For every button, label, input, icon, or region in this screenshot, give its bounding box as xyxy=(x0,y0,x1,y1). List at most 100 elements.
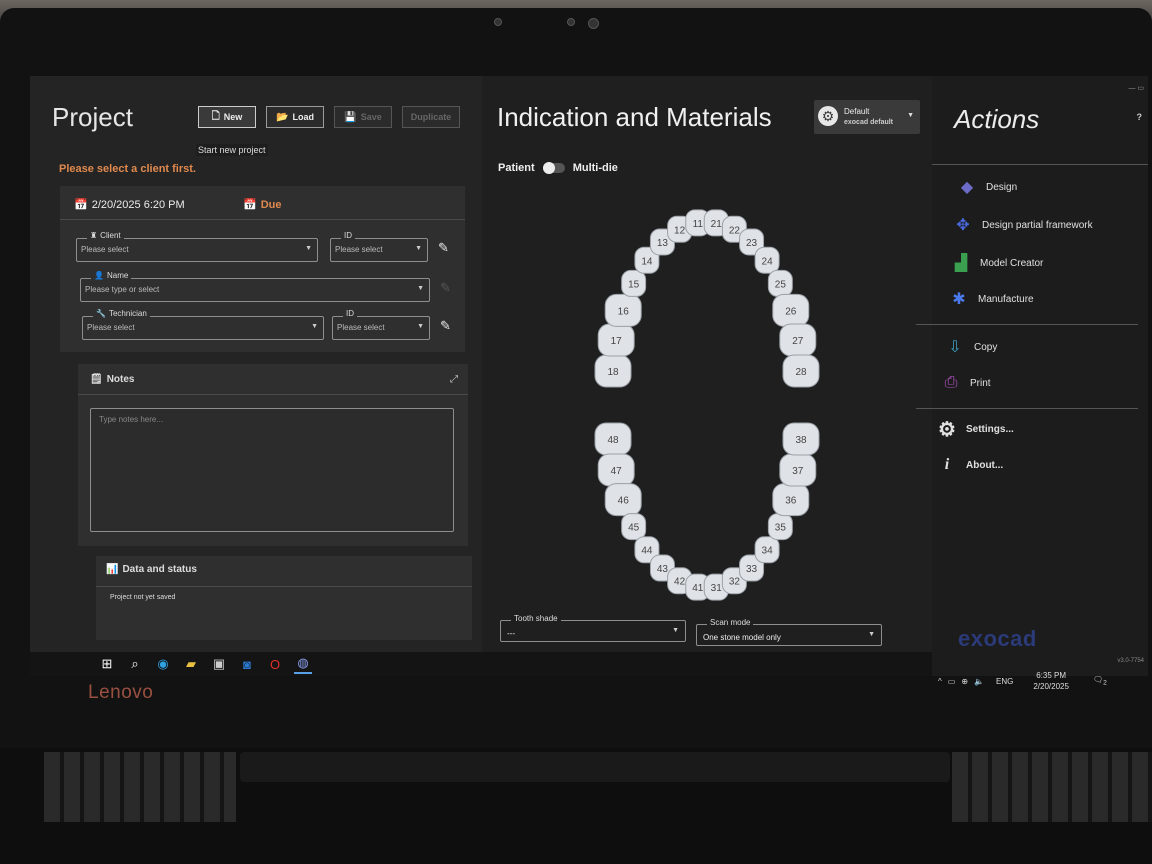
scan-mode-select[interactable]: Scan mode One stone model only ▼ xyxy=(696,618,882,646)
client-id-placeholder: Please select xyxy=(335,245,383,254)
tooth-number: 22 xyxy=(729,225,741,236)
scan-mode-label: Scan mode xyxy=(707,618,754,627)
save-button[interactable]: 💾 Save xyxy=(334,106,392,128)
tooth-27[interactable]: 27 xyxy=(779,323,817,357)
select-client-warning: Please select a client first. xyxy=(59,163,196,175)
laptop-vent-right xyxy=(952,752,1152,822)
edit-name-icon[interactable]: ✎ xyxy=(440,280,451,296)
technician-label: 🔧 Technician xyxy=(93,309,150,318)
tooth-16[interactable]: 16 xyxy=(604,293,642,327)
technician-id-select[interactable]: ID Please select ▼ xyxy=(332,309,430,340)
tooth-number: 17 xyxy=(611,336,623,347)
clock-date: 2/20/2025 xyxy=(1033,682,1069,691)
data-status-card: 📊 Data and status Project not yet saved xyxy=(96,556,472,640)
tooth-26[interactable]: 26 xyxy=(772,293,810,327)
client-id-select[interactable]: ID Please select ▼ xyxy=(330,231,428,262)
tooth-number: 11 xyxy=(693,219,704,230)
outlook-icon[interactable]: ◙ xyxy=(238,655,256,673)
notes-icon: 🗒 xyxy=(90,374,103,385)
tooth-number: 27 xyxy=(792,336,804,347)
actions-title: Actions xyxy=(954,104,1040,134)
notification-count: 2 xyxy=(1103,679,1107,687)
tooth-number: 33 xyxy=(746,564,758,575)
tooth-chart: 18 17 16 15 14 13 12 11 21 22 23 24 25 26 27 28 48 47 46 45… xyxy=(594,209,820,601)
volume-icon[interactable]: 🔈 xyxy=(974,677,984,686)
tooth-25[interactable]: 25 xyxy=(767,269,793,297)
search-icon[interactable]: ⌕ xyxy=(126,655,144,673)
file-explorer-icon[interactable]: ▰ xyxy=(182,655,200,673)
notes-card: 🗒 Notes ⤢ Type notes here... xyxy=(78,364,468,546)
store-icon[interactable]: ▣ xyxy=(210,655,228,673)
exocad-taskbar-icon[interactable]: ◍ xyxy=(294,654,312,674)
battery-icon[interactable]: ▭ xyxy=(948,677,956,686)
windows-start-icon[interactable]: ⊞ xyxy=(98,655,116,673)
network-icon[interactable]: ⊕ xyxy=(961,677,968,686)
gear-icon: ⚙ xyxy=(938,418,956,441)
action-about[interactable]: i About... xyxy=(936,454,1003,476)
action-manufacture[interactable]: ✱ Manufacture xyxy=(948,288,1033,310)
notification-icon[interactable]: 🗨2 xyxy=(1093,675,1107,687)
load-button[interactable]: 📂 Load xyxy=(266,106,324,128)
tooth-number: 18 xyxy=(607,367,619,378)
tooth-number: 24 xyxy=(762,256,774,267)
name-select[interactable]: 👤 Name Please type or select ▼ xyxy=(80,271,430,302)
new-file-icon: 🗋 xyxy=(211,110,220,122)
tooth-48[interactable]: 48 xyxy=(594,422,632,456)
tooth-47[interactable]: 47 xyxy=(597,453,635,487)
tooth-number: 45 xyxy=(628,523,640,534)
chevron-down-icon: ▼ xyxy=(417,323,424,330)
action-partial-label: Design partial framework xyxy=(982,219,1093,231)
tooth-24[interactable]: 24 xyxy=(754,246,780,274)
tooth-34[interactable]: 34 xyxy=(754,536,780,564)
action-model-creator[interactable]: ▟ Model Creator xyxy=(950,252,1044,274)
tooth-15[interactable]: 15 xyxy=(621,269,647,297)
laptop-vent-left xyxy=(44,752,236,822)
tooth-36[interactable]: 36 xyxy=(772,483,810,517)
help-icon[interactable]: ? xyxy=(1137,112,1143,122)
window-controls[interactable]: — ▭ xyxy=(1128,84,1144,92)
tooth-17[interactable]: 17 xyxy=(597,323,635,357)
client-id-label: ID xyxy=(341,231,355,240)
tooth-38[interactable]: 38 xyxy=(782,422,820,456)
bar-chart-icon: 📊 xyxy=(106,564,119,575)
name-label: 👤 Name xyxy=(91,271,132,280)
tooth-35[interactable]: 35 xyxy=(767,513,793,541)
technician-placeholder: Please select xyxy=(87,323,135,332)
chevron-up-icon[interactable]: ^ xyxy=(938,677,942,686)
clock[interactable]: 6:35 PM 2/20/2025 xyxy=(1033,670,1069,692)
action-print[interactable]: ⎙ Print xyxy=(940,372,991,394)
new-button[interactable]: 🗋 New xyxy=(198,106,256,128)
tooth-shade-select[interactable]: Tooth shade --- ▼ xyxy=(500,614,686,642)
duplicate-button[interactable]: Duplicate xyxy=(402,106,460,128)
action-about-label: About... xyxy=(966,459,1004,471)
action-copy[interactable]: ⇩ Copy xyxy=(944,336,997,358)
expand-icon[interactable]: ⤢ xyxy=(450,374,458,385)
edit-client-icon[interactable]: ✎ xyxy=(438,240,449,256)
lenovo-logo: Lenovo xyxy=(88,682,154,703)
project-title: Project xyxy=(52,102,133,132)
edge-browser-icon[interactable]: ◉ xyxy=(154,655,172,673)
action-settings[interactable]: ⚙ Settings... xyxy=(936,418,1014,441)
due-date-field[interactable]: 📅 Due xyxy=(243,198,281,212)
client-select[interactable]: ♜ Client Please select ▼ xyxy=(76,231,318,262)
notes-textarea[interactable]: Type notes here... xyxy=(90,408,454,532)
load-label: Load xyxy=(292,112,314,122)
tooth-45[interactable]: 45 xyxy=(621,513,647,541)
data-status-title: Data and status xyxy=(122,564,197,575)
technician-select[interactable]: 🔧 Technician Please select ▼ xyxy=(82,309,324,340)
action-settings-label: Settings... xyxy=(966,423,1014,435)
action-design[interactable]: ◆ Design xyxy=(956,176,1017,198)
tooth-46[interactable]: 46 xyxy=(604,483,642,517)
info-icon: i xyxy=(944,456,950,473)
opera-icon[interactable]: O xyxy=(266,655,284,673)
divider xyxy=(916,408,1138,409)
action-design-partial-framework[interactable]: ✥ Design partial framework xyxy=(952,214,1093,236)
divider xyxy=(932,164,1148,165)
language-indicator[interactable]: ENG xyxy=(996,677,1013,686)
edit-technician-icon[interactable]: ✎ xyxy=(440,318,451,334)
client-label-text: Client xyxy=(100,231,121,240)
tooth-37[interactable]: 37 xyxy=(779,453,817,487)
name-label-text: Name xyxy=(106,271,129,280)
tooth-18[interactable]: 18 xyxy=(594,354,632,388)
tooth-28[interactable]: 28 xyxy=(782,354,820,388)
